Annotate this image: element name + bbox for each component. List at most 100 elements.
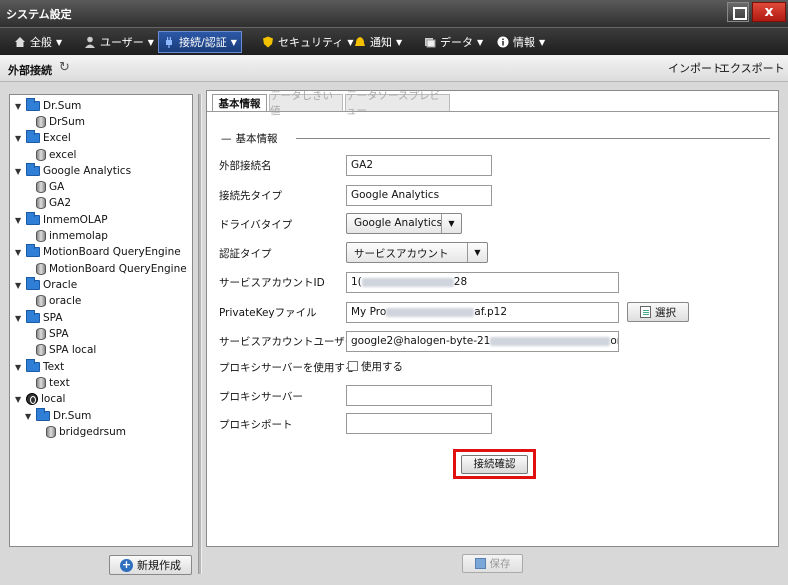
expand-icon[interactable]: ▼ [25, 412, 33, 421]
tree-item-connection[interactable]: SPA local [36, 342, 96, 358]
proxy-port-input[interactable] [346, 413, 492, 434]
export-link[interactable]: エクスポート [719, 60, 785, 76]
menu-general[interactable]: 全般 ▼ [10, 33, 66, 51]
tree-item-label: GA [49, 181, 65, 193]
tree-item-connection[interactable]: MotionBoard QueryEngine [36, 261, 187, 277]
menu-connection-auth[interactable]: 接続/認証 ▼ [158, 31, 242, 53]
new-connection-button[interactable]: + 新規作成 [109, 555, 192, 575]
tab-datasource-preview[interactable]: データソースプレビュー [345, 90, 450, 117]
destination-type-input[interactable]: Google Analytics [346, 185, 492, 206]
service-account-id-prefix: 1( [351, 276, 362, 288]
proxy-server-input[interactable] [346, 385, 492, 406]
menu-notification-label: 通知 [370, 36, 392, 49]
destination-type-label: 接続先タイプ [219, 190, 282, 202]
tab-basic-info[interactable]: 基本情報 [212, 94, 267, 111]
tree-item-connection[interactable]: GA [36, 179, 64, 195]
driver-type-select[interactable]: Google Analytics ▼ [346, 213, 462, 234]
import-link[interactable]: インポート [668, 60, 723, 76]
info-icon [497, 36, 509, 48]
connection-name-input[interactable]: GA2 [346, 155, 492, 176]
test-connection-button[interactable]: 接続確認 [461, 455, 528, 474]
expand-icon[interactable]: ▼ [15, 167, 23, 176]
window-title: システム設定 [6, 8, 72, 21]
chevron-down-icon: ▼ [477, 37, 484, 47]
tree-item-connection[interactable]: SPA [36, 326, 69, 342]
service-account-id-input[interactable]: 1(28 [346, 272, 619, 293]
use-proxy-checkbox-label[interactable]: 使用する [361, 359, 403, 374]
menu-data-label: データ [440, 36, 473, 49]
expand-icon[interactable]: ▼ [15, 102, 23, 111]
folder-icon [26, 98, 40, 111]
auth-type-select[interactable]: サービスアカウント ▼ [346, 242, 488, 263]
use-proxy-label: プロキシサーバーを使用する [219, 362, 356, 374]
tree-item-folder[interactable]: ▼ MotionBoard QueryEngine [15, 244, 181, 260]
database-icon [36, 197, 46, 209]
expand-icon[interactable]: ▼ [15, 216, 23, 225]
refresh-icon[interactable]: ↻ [59, 60, 70, 75]
proxy-server-label: プロキシサーバー [219, 391, 303, 403]
tree-item-connection[interactable]: excel [36, 147, 76, 163]
chevron-down-icon: ▼ [441, 214, 461, 233]
auth-type-value: サービスアカウント [354, 248, 449, 260]
menu-data[interactable]: データ ▼ [420, 33, 487, 51]
use-proxy-checkbox[interactable] [348, 361, 358, 371]
tree-item-folder[interactable]: ▼ Dr.Sum [15, 98, 81, 114]
database-icon [36, 344, 46, 356]
tree-item-connection[interactable]: text [36, 375, 70, 391]
tree-item-connection[interactable]: oracle [36, 293, 81, 309]
expand-icon[interactable]: ▼ [15, 281, 23, 290]
tree-item-label: SPA [49, 328, 69, 340]
tree-item-folder[interactable]: ▼ InmemOLAP [15, 212, 108, 228]
tree-item-folder[interactable]: ▼ Dr.Sum [25, 408, 91, 424]
connection-tree: ▼ Dr.Sum DrSum ▼ Excel excel ▼ Google Analy… [9, 94, 193, 547]
expand-icon[interactable]: ▼ [15, 395, 23, 404]
expand-icon[interactable]: ▼ [15, 314, 23, 323]
service-account-user-label: サービスアカウントユーザー [219, 336, 356, 348]
new-connection-label: 新規作成 [137, 559, 181, 572]
tree-item-folder[interactable]: ▼ Excel [15, 130, 71, 146]
menu-notification[interactable]: 通知 ▼ [350, 33, 406, 51]
expand-icon[interactable]: ▼ [15, 248, 23, 257]
folder-icon [26, 244, 40, 257]
tree-item-label: local [41, 393, 66, 405]
tree-item-label: Text [43, 361, 65, 373]
tree-item-folder[interactable]: ▼ Google Analytics [15, 163, 131, 179]
private-key-file-input[interactable]: My Pro af.p12 [346, 302, 619, 323]
maximize-button[interactable] [727, 2, 749, 22]
tree-item-connection[interactable]: DrSum [36, 114, 85, 130]
folder-icon [26, 359, 40, 372]
chevron-down-icon: ▼ [230, 37, 237, 47]
shield-icon [263, 36, 273, 48]
tree-item-connection[interactable]: GA2 [36, 195, 71, 211]
tree-item-folder[interactable]: ▼ Text [15, 359, 64, 375]
folder-icon [36, 408, 50, 421]
panel-splitter[interactable] [198, 94, 202, 574]
chevron-down-icon: ▼ [396, 37, 403, 47]
tree-item-label: bridgedrsum [59, 426, 127, 438]
tree-item-folder[interactable]: ▼ SPA [15, 310, 63, 326]
tree-item-label: text [49, 377, 70, 389]
menu-user[interactable]: ユーザー ▼ [80, 33, 158, 51]
select-file-button[interactable]: 選択 [627, 302, 689, 322]
page-header: 外部接続 ↻ インポート エクスポート [0, 55, 788, 82]
tree-item-server[interactable]: ▼ local [15, 391, 65, 407]
menu-info[interactable]: 情報 ▼ [493, 33, 549, 51]
service-account-id-label: サービスアカウントID [219, 277, 325, 289]
chevron-down-icon: ▼ [56, 37, 63, 47]
tab-data-threshold[interactable]: データしきい値 [269, 90, 343, 117]
expand-icon[interactable]: ▼ [15, 134, 23, 143]
tree-item-connection[interactable]: inmemolap [36, 228, 108, 244]
service-account-user-input[interactable]: google2@halogen-byte-21 om [346, 331, 619, 352]
tree-item-folder[interactable]: ▼ Oracle [15, 277, 77, 293]
menu-security[interactable]: セキュリティ ▼ [258, 33, 358, 51]
service-account-user-prefix: google2@halogen-byte-21 [351, 335, 491, 347]
tree-item-label: SPA [43, 312, 63, 324]
auth-type-label: 認証タイプ [219, 248, 272, 260]
expand-icon[interactable]: ▼ [15, 363, 23, 372]
save-button[interactable]: 保存 [462, 554, 523, 573]
menu-security-label: セキュリティ [278, 36, 344, 49]
tree-item-connection[interactable]: bridgedrsum [46, 424, 126, 440]
close-button[interactable]: x [752, 2, 786, 22]
database-icon [36, 230, 46, 242]
chevron-down-icon: ▼ [147, 37, 154, 47]
